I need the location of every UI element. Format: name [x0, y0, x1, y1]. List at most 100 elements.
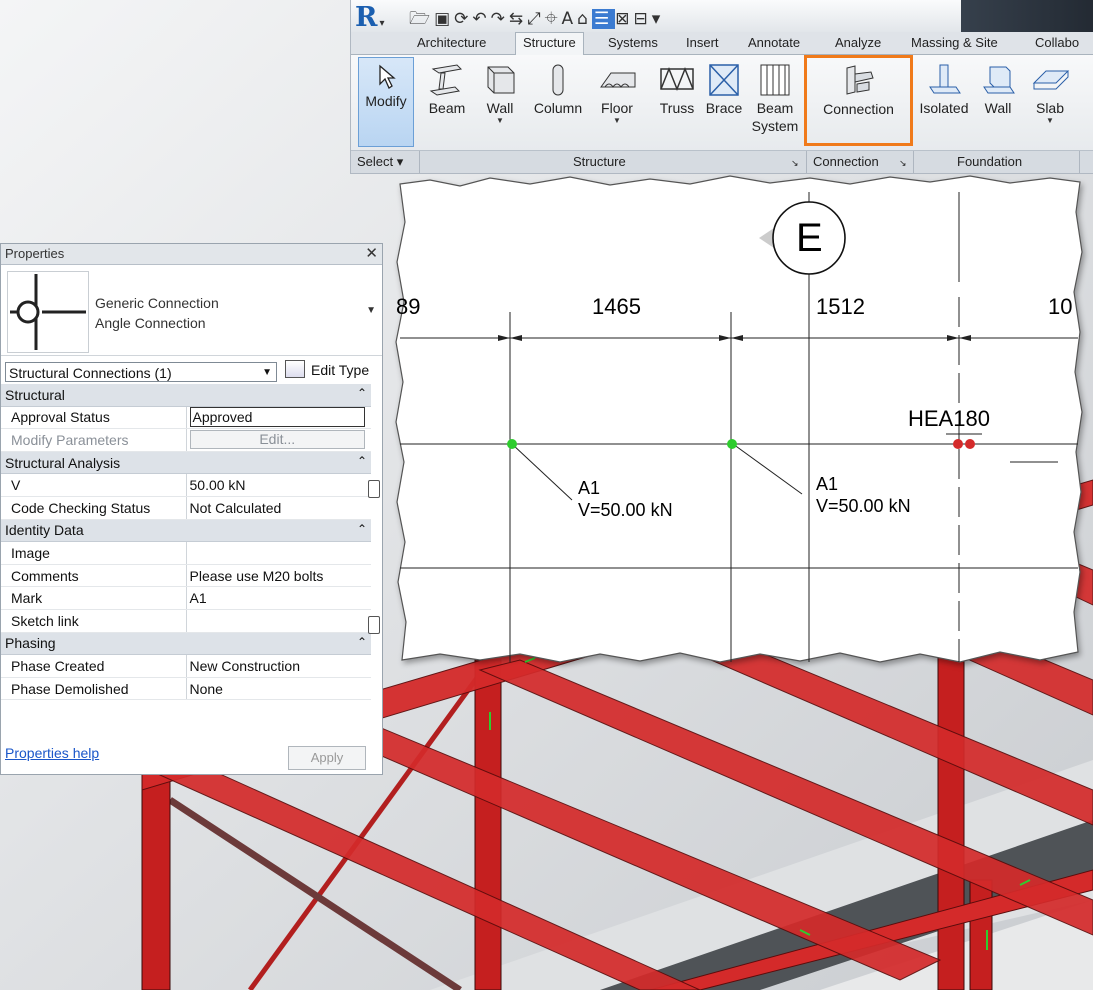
column-button[interactable]: Column: [527, 57, 589, 145]
cursor-icon: [379, 64, 396, 89]
modify-parameters-edit-button[interactable]: Edit...: [189, 430, 365, 450]
truss-icon: [660, 66, 694, 92]
phase-created-value[interactable]: New Construction: [186, 654, 371, 678]
collapse-icon[interactable]: ⌃: [357, 386, 367, 400]
properties-grid: Structural ⌃ Approval Status Approved Modi…: [1, 384, 371, 701]
table-row: Code Checking Status Not Calculated: [1, 496, 371, 520]
dimension-1512: 1512: [816, 294, 865, 319]
table-row: Modify Parameters Edit...: [1, 428, 371, 452]
truss-button[interactable]: Truss: [654, 57, 700, 145]
app-menu-button[interactable]: R ▾: [355, 2, 384, 33]
tab-structure[interactable]: Structure: [515, 32, 584, 56]
dimension-icon[interactable]: ⤢: [527, 9, 545, 29]
redo-icon[interactable]: ↷: [491, 9, 509, 29]
connection-icon: [846, 65, 874, 95]
properties-help-link[interactable]: Properties help: [5, 745, 99, 761]
tab-systems[interactable]: Systems: [608, 35, 658, 50]
panel-foundation-label: Foundation: [957, 154, 1023, 169]
wall-dropdown-icon[interactable]: ▼: [477, 117, 523, 125]
wall-button[interactable]: Wall ▼: [477, 57, 523, 145]
brace-button[interactable]: Brace: [703, 57, 745, 145]
collapse-icon[interactable]: ⌃: [357, 522, 367, 536]
phase-demolished-value[interactable]: None: [186, 677, 371, 701]
floor-button[interactable]: Floor ▼: [594, 57, 640, 145]
chevron-down-icon: ▼: [262, 367, 272, 378]
thin-lines-icon[interactable]: ☰: [591, 9, 616, 29]
tab-analyze[interactable]: Analyze: [835, 35, 881, 50]
group-structural[interactable]: Structural ⌃: [1, 384, 371, 407]
instance-filter-row: Structural Connections (1) ▼ Edit Type: [1, 356, 382, 384]
connection-dialog-launcher-icon[interactable]: ↘: [899, 158, 907, 169]
panel-labels-bar: Select ▾ Structure ↘ Connection ↘ Founda…: [351, 150, 1093, 173]
modify-button[interactable]: Modify: [358, 57, 414, 147]
code-checking-value[interactable]: Not Calculated: [186, 496, 371, 520]
image-value[interactable]: [186, 541, 371, 565]
wall-foundation-button[interactable]: Wall: [977, 57, 1019, 145]
structure-dialog-launcher-icon[interactable]: ↘: [791, 158, 799, 169]
apply-button[interactable]: Apply: [288, 746, 366, 770]
customize-dropdown-icon[interactable]: ▾: [652, 9, 665, 29]
3d-view-icon[interactable]: ⌂: [577, 9, 592, 29]
scrollbar-thumb[interactable]: [368, 480, 380, 498]
group-identity-data[interactable]: Identity Data ⌃: [1, 519, 371, 543]
floor-dropdown-icon[interactable]: ▼: [594, 117, 640, 125]
ribbon-panel-area: Modify Beam Wall ▼ Column Floor ▼ Truss …: [351, 55, 1093, 150]
close-views-icon[interactable]: ⊠: [615, 9, 633, 29]
switch-windows-icon[interactable]: ⊟: [633, 9, 651, 29]
slab-dropdown-icon[interactable]: ▼: [1027, 117, 1073, 125]
panel-connection-label: Connection: [813, 154, 879, 169]
quick-access-icons[interactable]: 🗁▣⟳↶↷⇆⤢⌖A⌂ ☰ ⊠⊟▾: [409, 6, 664, 35]
collapse-icon[interactable]: ⌃: [357, 635, 367, 649]
tab-architecture[interactable]: Architecture: [417, 35, 486, 50]
tag2-force: V=50.00 kN: [816, 496, 911, 516]
wall-icon: [487, 66, 515, 94]
group-phasing[interactable]: Phasing ⌃: [1, 632, 371, 656]
group-structural-analysis[interactable]: Structural Analysis ⌃: [1, 451, 371, 475]
tag1-force: V=50.00 kN: [578, 500, 673, 520]
open-icon[interactable]: 🗁: [409, 9, 434, 29]
beam-system-button[interactable]: Beam System: [751, 57, 799, 145]
text-icon[interactable]: A: [562, 9, 578, 29]
mark-value[interactable]: A1: [186, 586, 371, 610]
edit-type-button[interactable]: Edit Type: [285, 360, 369, 378]
comments-value[interactable]: Please use M20 bolts: [186, 564, 371, 588]
type-dropdown-icon[interactable]: ▼: [366, 305, 376, 316]
slab-foundation-button[interactable]: Slab ▼: [1027, 57, 1073, 145]
table-row: Comments Please use M20 bolts: [1, 564, 371, 588]
sync-icon[interactable]: ⟳: [454, 9, 472, 29]
wall-foundation-icon: [983, 66, 1015, 94]
isolated-foundation-icon: [929, 64, 961, 94]
tag2-mark: A1: [816, 474, 839, 494]
scrollbar-thumb[interactable]: [368, 616, 380, 634]
tab-collaborate[interactable]: Collabo: [1035, 35, 1079, 50]
isolated-foundation-button[interactable]: Isolated: [915, 57, 973, 145]
type-selector[interactable]: Generic Connection Angle Connection ▼: [1, 265, 382, 356]
v-value[interactable]: 50.00 kN: [186, 473, 371, 497]
plan-view-callout[interactable]: E 89 1465 1512 10 HEA180 A1 V=50.00 kN A…: [390, 172, 1093, 672]
tab-insert[interactable]: Insert: [686, 35, 719, 50]
ribbon: R ▾ 🗁▣⟳↶↷⇆⤢⌖A⌂ ☰ ⊠⊟▾ Architecture Structure…: [350, 0, 1093, 174]
connection-button[interactable]: Connection: [804, 55, 913, 146]
title-bar-area: [961, 0, 1093, 32]
undo-icon[interactable]: ↶: [472, 9, 490, 29]
dimension-partial: 10: [1048, 294, 1073, 319]
ribbon-tabs: Architecture Structure Systems Insert An…: [351, 32, 1093, 56]
properties-palette: Properties ✕ Generic Connection Angle Co…: [0, 243, 383, 775]
table-row: Image: [1, 541, 371, 565]
table-row: Sketch link: [1, 609, 371, 633]
collapse-icon[interactable]: ⌃: [357, 454, 367, 468]
brace-icon: [709, 64, 739, 96]
save-icon[interactable]: ▣: [434, 9, 454, 29]
tab-massing-site[interactable]: Massing & Site: [911, 35, 998, 50]
beam-button[interactable]: Beam: [421, 57, 473, 145]
instance-filter-dropdown[interactable]: Structural Connections (1) ▼: [5, 362, 277, 382]
close-icon[interactable]: ✕: [365, 244, 378, 264]
measure-icon[interactable]: ⇆: [509, 9, 527, 29]
quick-access-toolbar: R ▾ 🗁▣⟳↶↷⇆⤢⌖A⌂ ☰ ⊠⊟▾: [351, 0, 1093, 35]
tag-icon[interactable]: ⌖: [545, 9, 562, 29]
panel-select-label[interactable]: Select ▾: [357, 154, 403, 170]
tab-annotate[interactable]: Annotate: [748, 35, 800, 50]
dimension-89: 89: [396, 294, 421, 319]
sketch-link-value[interactable]: [186, 609, 371, 633]
approval-status-field[interactable]: Approved: [189, 407, 365, 428]
